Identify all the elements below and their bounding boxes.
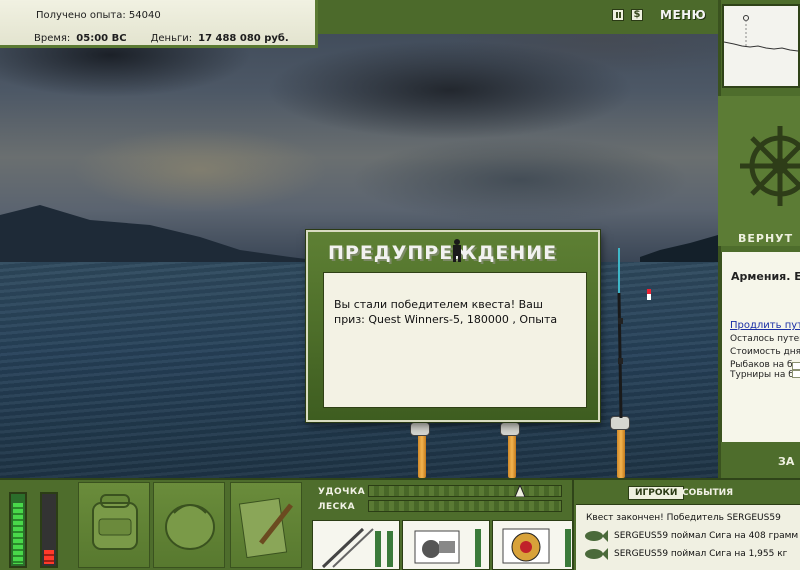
- ship-wheel-icon: [740, 126, 800, 206]
- warning-dialog[interactable]: ПРЕДУПРЕЖДЕНИЕ Вы стали победителем квес…: [306, 230, 600, 422]
- rod-3-tip: [617, 248, 623, 419]
- rod-2-reel: [500, 422, 520, 436]
- right-bottom-button[interactable]: ЗА: [778, 455, 794, 468]
- rod-item-slot[interactable]: [312, 520, 400, 570]
- event-row: Квест закончен! Победитель SERGEUS59: [586, 513, 781, 523]
- line-item-slot[interactable]: [492, 520, 580, 570]
- menu-button[interactable]: МЕНЮ: [660, 8, 706, 22]
- permit-remaining-label: Осталось путев: [730, 334, 800, 344]
- events-list: Квест закончен! Победитель SERGEUS59 SER…: [576, 504, 800, 570]
- bait-bag-icon: [165, 504, 215, 550]
- event-row: SERGEUS59 поймал Сига на 408 грамм: [614, 531, 799, 541]
- tab-events[interactable]: СОБЫТИЯ: [682, 488, 733, 498]
- fishing-line-spool-icon: [502, 528, 571, 567]
- fish-icon: [585, 530, 608, 542]
- tournaments-label: Турниры на баз: [730, 370, 800, 380]
- backpack-slot[interactable]: [78, 482, 150, 568]
- tab-players[interactable]: ИГРОКИ: [628, 486, 685, 500]
- event-row: SERGEUS59 поймал Сига на 1,955 кг: [614, 549, 788, 559]
- dialog-title: ПРЕДУПРЕЖДЕНИЕ: [328, 242, 558, 264]
- ship-area: [718, 96, 800, 246]
- experience-value: 54040: [128, 10, 161, 21]
- map-slot[interactable]: [230, 482, 302, 568]
- tournaments-box: [792, 370, 800, 378]
- sound-icon[interactable]: $: [631, 9, 643, 21]
- anglers-on-base-label: Рыбаков на баз: [730, 360, 800, 370]
- float-icon: [647, 289, 651, 300]
- rod-meter-marker: [515, 485, 525, 497]
- angler-icon: [453, 239, 461, 262]
- line-tension-fill: [44, 550, 54, 564]
- rod-label: УДОЧКА: [318, 487, 366, 497]
- anglers-count-box: [792, 362, 800, 370]
- reel-item-slot[interactable]: [402, 520, 490, 570]
- backpack-icon: [92, 494, 138, 550]
- experience-label: Получено опыта:: [36, 10, 126, 21]
- time-label: Время:: [34, 33, 71, 44]
- depth-minimap[interactable]: [722, 4, 800, 88]
- pause-icon[interactable]: [612, 9, 624, 21]
- fish-strength-gauge: [9, 492, 27, 568]
- fish-icon: [585, 548, 608, 560]
- fish-strength-fill: [13, 503, 23, 564]
- location-title: Армения. Е: [731, 270, 800, 283]
- line-tension-gauge: [40, 492, 58, 568]
- extend-permit-link[interactable]: Продлить путе: [730, 320, 800, 331]
- depth-profile-graph: [723, 15, 799, 52]
- day-cost-label: Стоимость дня:: [730, 347, 800, 357]
- dialog-message: Вы стали победителем квеста! Ваш приз: Q…: [323, 272, 587, 408]
- reel-item-icon: [414, 529, 481, 567]
- return-button[interactable]: ВЕРНУТ: [738, 232, 793, 245]
- money-label: Деньги:: [150, 33, 193, 44]
- experience-row: Получено опыта: 54040: [36, 10, 161, 21]
- bait-bag-slot[interactable]: [153, 482, 225, 568]
- rod-meter: [368, 485, 562, 497]
- money-value: 17 488 080 руб.: [198, 33, 289, 44]
- rod-1-reel: [410, 422, 430, 436]
- player-info-panel: Получено опыта: 54040 Время: 05:00 ВС Де…: [0, 0, 318, 48]
- line-meter: [368, 500, 562, 512]
- time-money-row: Время: 05:00 ВС Деньги: 17 488 080 руб.: [34, 33, 304, 44]
- location-card: Армения. Е Продлить путе Осталось путев …: [720, 252, 800, 442]
- rod-item-icon: [321, 527, 393, 569]
- map-icon: [238, 497, 293, 559]
- top-strip: [318, 0, 718, 34]
- time-value: 05:00 ВС: [76, 33, 127, 44]
- line-label: ЛЕСКА: [318, 502, 356, 512]
